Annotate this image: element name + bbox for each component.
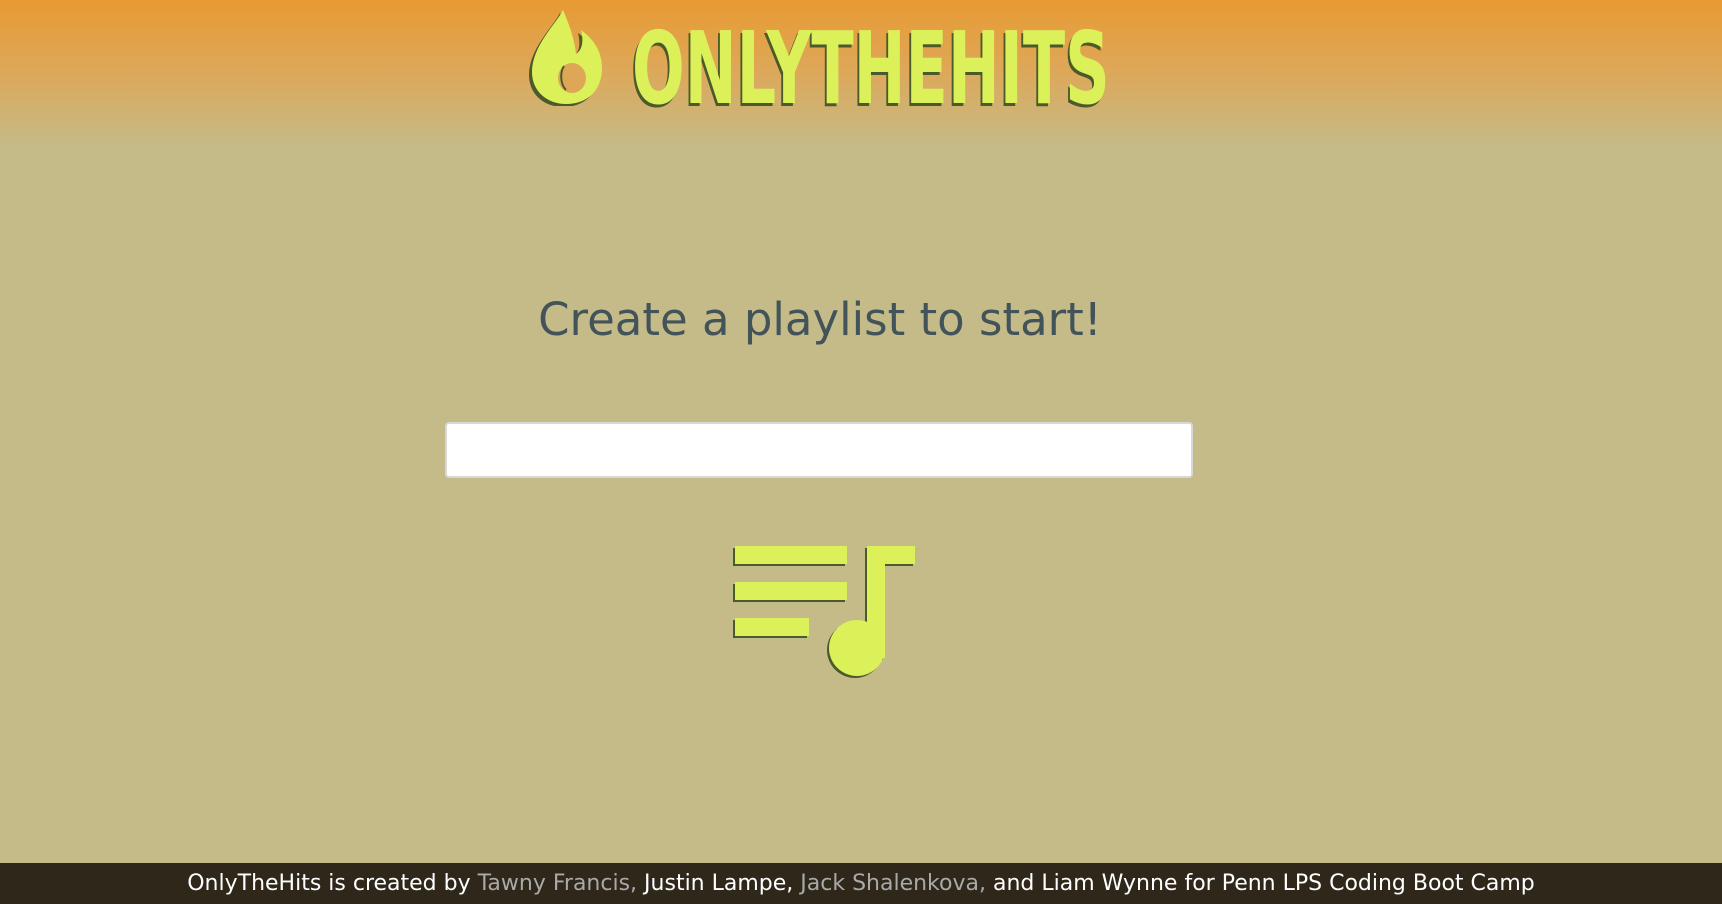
footer-intro: OnlyTheHits is created by: [187, 871, 471, 896]
create-playlist-button[interactable]: [728, 538, 918, 684]
page-heading: Create a playlist to start!: [538, 293, 1102, 346]
author-link-justin-lampe[interactable]: Justin Lampe,: [644, 871, 793, 896]
site-footer: OnlyTheHits is created by Tawny Francis,…: [0, 863, 1722, 904]
flame-icon[interactable]: [526, 6, 606, 106]
playlist-name-input[interactable]: [445, 422, 1193, 478]
author-link-tawny-francis[interactable]: Tawny Francis,: [478, 871, 637, 896]
brand-name[interactable]: ONLYTHEHITS: [632, 14, 1110, 124]
site-header: ONLYTHEHITS: [0, 0, 1722, 130]
footer-suffix: for Penn LPS Coding Boot Camp: [1184, 871, 1535, 896]
footer-and: and: [992, 871, 1035, 896]
author-link-liam-wynne[interactable]: Liam Wynne: [1041, 871, 1177, 896]
author-link-jack-shalenkova[interactable]: Jack Shalenkova,: [800, 871, 986, 896]
playlist-add-music-icon: [733, 546, 915, 678]
